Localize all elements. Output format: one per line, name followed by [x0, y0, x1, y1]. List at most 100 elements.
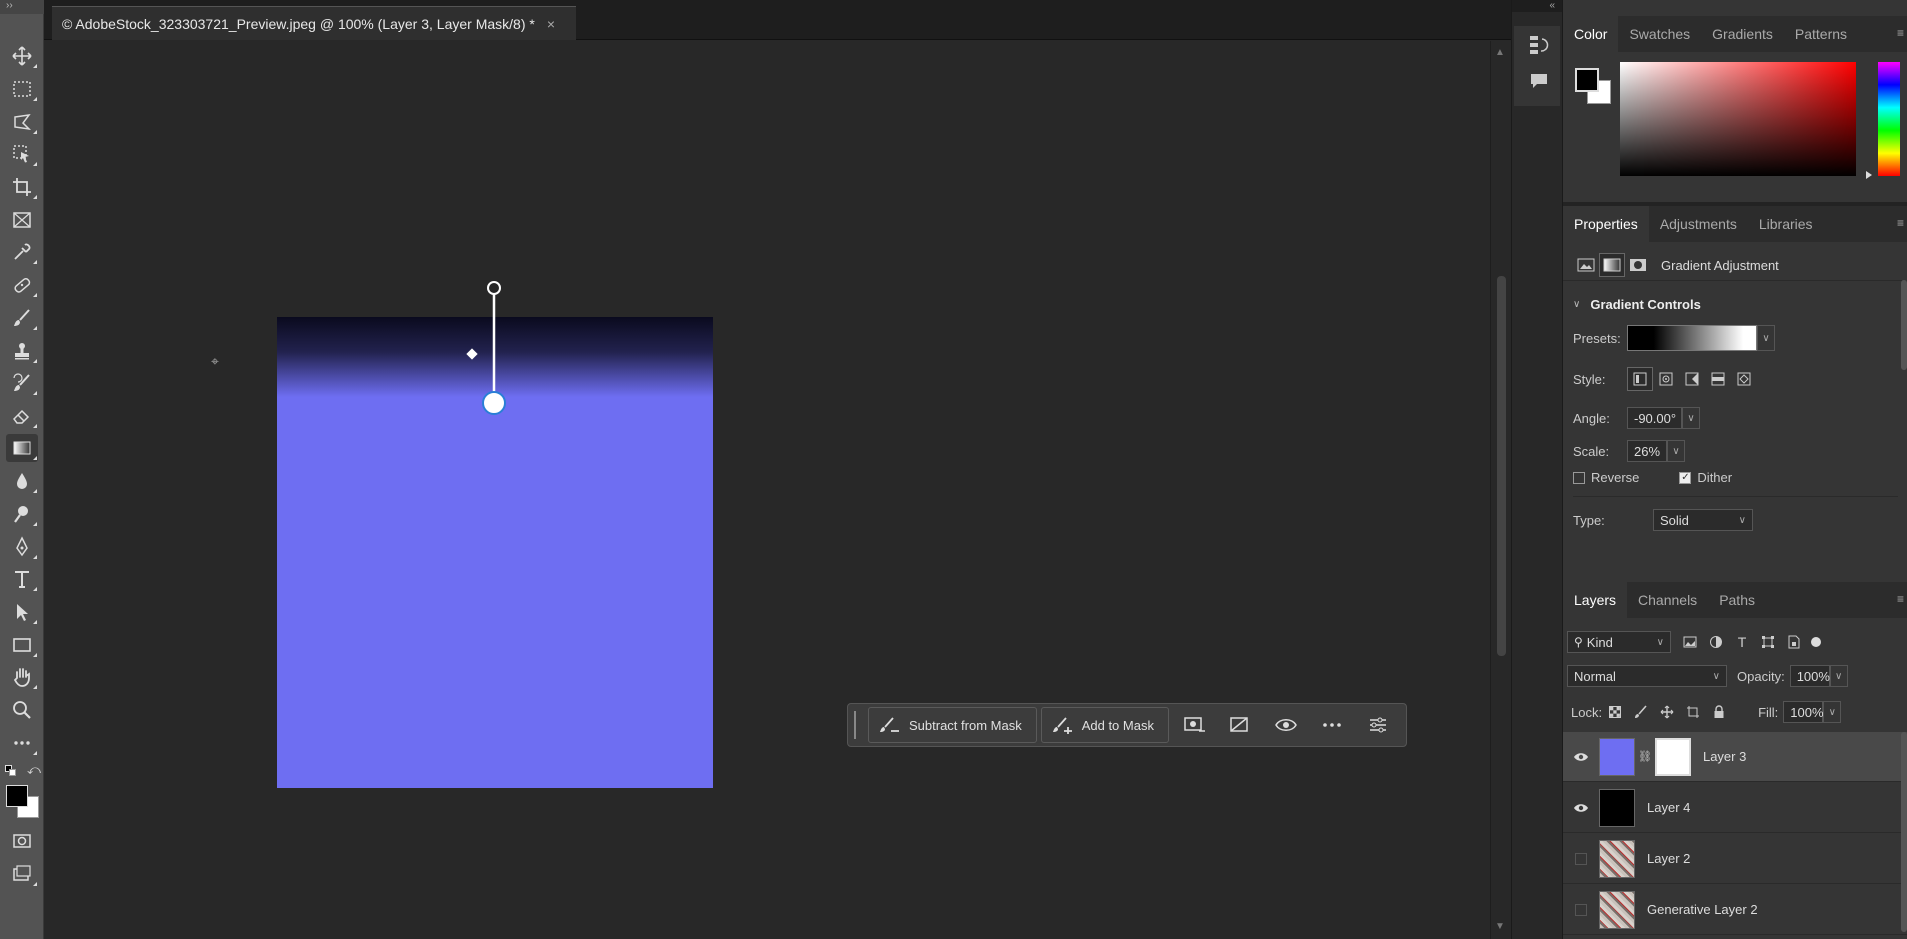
canvas-area[interactable]: ⌖ — [44, 41, 1490, 939]
style-angle-icon[interactable] — [1679, 367, 1705, 391]
style-diamond-icon[interactable] — [1731, 367, 1757, 391]
toolbar-collapse-icon[interactable]: ›› — [0, 0, 44, 14]
mask-options-icon[interactable] — [1173, 707, 1215, 743]
lock-position-icon[interactable] — [1654, 700, 1680, 724]
history-brush-tool-icon[interactable] — [6, 369, 38, 397]
visibility-toggle-off[interactable] — [1563, 834, 1599, 884]
layers-scrollbar[interactable] — [1901, 732, 1907, 932]
lock-pixels-icon[interactable] — [1628, 700, 1654, 724]
tab-swatches[interactable]: Swatches — [1618, 16, 1701, 52]
move-tool-icon[interactable] — [6, 42, 38, 70]
lasso-tool-icon[interactable] — [6, 108, 38, 136]
taskbar-grip-handle[interactable] — [854, 711, 858, 739]
layer-mask-thumbnail[interactable] — [1654, 737, 1691, 776]
color-panel-menu-icon[interactable]: ≡ — [1897, 26, 1904, 40]
lock-artboard-icon[interactable] — [1680, 700, 1706, 724]
healing-brush-tool-icon[interactable] — [6, 271, 38, 299]
type-select[interactable]: Solid ∨ — [1653, 509, 1753, 531]
tab-paths[interactable]: Paths — [1708, 582, 1766, 618]
style-radial-icon[interactable] — [1653, 367, 1679, 391]
layer-row-generative-layer-2[interactable]: Generative Layer 2 — [1563, 885, 1907, 935]
fill-input[interactable]: 100% — [1783, 701, 1824, 723]
fill-dropdown-icon[interactable]: ∨ — [1823, 701, 1842, 723]
layer-kind-filter[interactable]: ⚲ Kind ∨ — [1567, 631, 1671, 653]
layer-row-layer-4[interactable]: Layer 4 — [1563, 783, 1907, 833]
close-tab-icon[interactable]: × — [547, 16, 555, 32]
layer-thumbnail[interactable] — [1599, 890, 1635, 929]
properties-scrollbar[interactable] — [1901, 280, 1907, 370]
gradient-controls-header[interactable]: ∨ Gradient Controls — [1573, 297, 1701, 312]
gradient-start-handle[interactable] — [487, 281, 501, 295]
lock-transparent-icon[interactable] — [1602, 700, 1628, 724]
visibility-options-icon[interactable] — [1265, 707, 1307, 743]
swap-colors-icon[interactable]: ⤺ — [27, 762, 41, 778]
layer-row-layer-3[interactable]: ⛓ Layer 3 — [1563, 732, 1907, 782]
layer-thumbnail[interactable] — [1599, 839, 1635, 878]
type-tool-icon[interactable] — [6, 565, 38, 593]
brush-tool-icon[interactable] — [6, 304, 38, 332]
marquee-tool-icon[interactable] — [6, 75, 38, 103]
hand-tool-icon[interactable] — [6, 663, 38, 691]
screen-mode-icon[interactable] — [6, 860, 38, 888]
color-picker-field[interactable] — [1620, 62, 1856, 176]
hue-slider[interactable] — [1878, 62, 1900, 176]
quick-mask-icon[interactable] — [6, 827, 38, 855]
more-options-icon[interactable] — [1311, 707, 1353, 743]
canvas-vertical-scrollbar[interactable]: ▲ ▼ — [1490, 41, 1511, 939]
angle-input[interactable]: -90.00° — [1627, 407, 1682, 429]
eraser-tool-icon[interactable] — [6, 402, 38, 430]
angle-dropdown-icon[interactable]: ∨ — [1682, 407, 1700, 429]
pen-tool-icon[interactable] — [6, 533, 38, 561]
scroll-down-icon[interactable]: ▼ — [1495, 921, 1505, 932]
crop-tool-icon[interactable] — [6, 173, 38, 201]
gradient-preset-preview[interactable] — [1627, 325, 1757, 351]
hue-slider-marker[interactable] — [1866, 171, 1872, 179]
filter-adjustment-icon[interactable] — [1703, 630, 1729, 654]
taskbar-settings-icon[interactable] — [1357, 707, 1399, 743]
tab-libraries[interactable]: Libraries — [1748, 206, 1824, 242]
gradient-fill-icon[interactable] — [1599, 253, 1625, 277]
style-linear-icon[interactable] — [1627, 367, 1653, 391]
scroll-up-icon[interactable]: ▲ — [1495, 47, 1505, 58]
filter-toggle-icon[interactable] — [1811, 637, 1821, 647]
dock-expand-icon[interactable]: « — [1512, 0, 1563, 12]
disable-mask-icon[interactable] — [1219, 707, 1261, 743]
rectangle-tool-icon[interactable] — [6, 631, 38, 659]
properties-panel-menu-icon[interactable]: ≡ — [1897, 216, 1904, 230]
comments-panel-icon[interactable] — [1528, 70, 1550, 92]
scrollbar-thumb[interactable] — [1497, 276, 1506, 656]
document-tab[interactable]: © AdobeStock_323303721_Preview.jpeg @ 10… — [52, 6, 576, 40]
style-reflected-icon[interactable] — [1705, 367, 1731, 391]
layers-panel-menu-icon[interactable]: ≡ — [1897, 592, 1904, 606]
path-select-tool-icon[interactable] — [6, 598, 38, 626]
blend-mode-select[interactable]: Normal ∨ — [1567, 665, 1727, 687]
scale-dropdown-icon[interactable]: ∨ — [1667, 440, 1685, 462]
more-tools-icon[interactable] — [6, 729, 38, 757]
tab-color[interactable]: Color — [1563, 16, 1619, 52]
tab-adjustments[interactable]: Adjustments — [1649, 206, 1748, 242]
filter-smart-object-icon[interactable] — [1781, 630, 1807, 654]
eyedropper-tool-icon[interactable] — [6, 238, 38, 266]
layer-thumbnail[interactable] — [1599, 788, 1635, 827]
tab-channels[interactable]: Channels — [1627, 582, 1708, 618]
reverse-checkbox[interactable] — [1573, 471, 1585, 484]
clone-stamp-tool-icon[interactable] — [6, 337, 38, 365]
scale-input[interactable]: 26% — [1627, 440, 1667, 462]
layer-thumbnail[interactable] — [1599, 737, 1635, 776]
tab-gradients[interactable]: Gradients — [1701, 16, 1784, 52]
tab-layers[interactable]: Layers — [1563, 582, 1628, 618]
mask-icon[interactable] — [1625, 253, 1651, 277]
pixel-layer-icon[interactable] — [1573, 253, 1599, 277]
dodge-tool-icon[interactable] — [6, 500, 38, 528]
foreground-color-swatch[interactable] — [6, 785, 28, 807]
gradient-widget[interactable] — [44, 41, 1490, 939]
presets-dropdown-icon[interactable]: ∨ — [1757, 325, 1775, 351]
panel-foreground-swatch[interactable] — [1575, 68, 1599, 92]
visibility-toggle-off[interactable] — [1563, 885, 1599, 935]
dither-checkbox[interactable]: ✓ — [1679, 471, 1692, 484]
subtract-from-mask-button[interactable]: Subtract from Mask — [868, 707, 1037, 743]
opacity-dropdown-icon[interactable]: ∨ — [1829, 665, 1848, 687]
zoom-tool-icon[interactable] — [6, 696, 38, 724]
tab-patterns[interactable]: Patterns — [1784, 16, 1858, 52]
document-canvas[interactable] — [277, 317, 713, 788]
